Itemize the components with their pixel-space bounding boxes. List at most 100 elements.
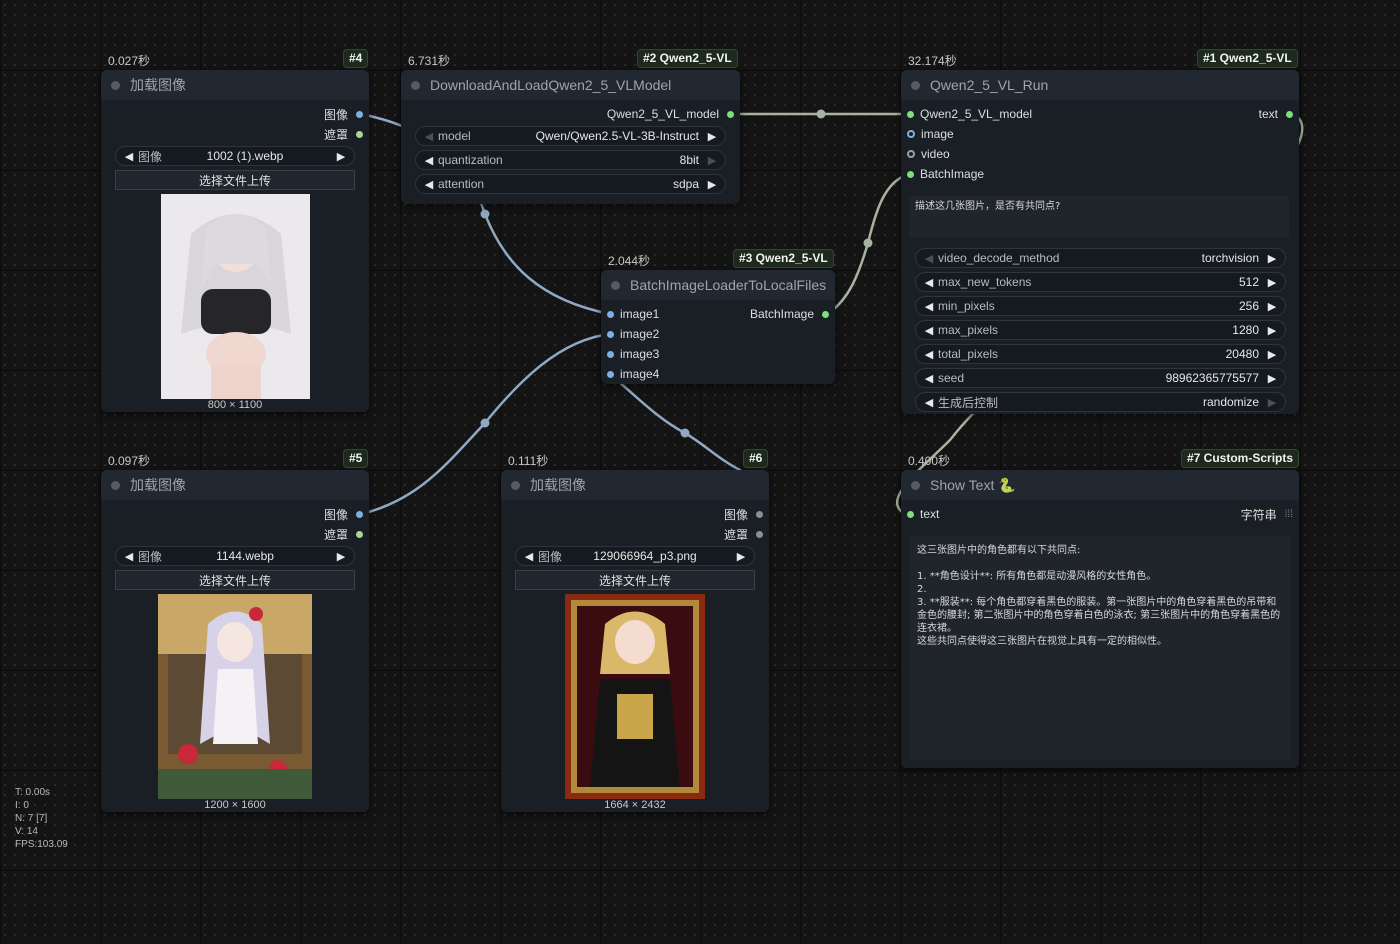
- node6-image-combo[interactable]: ◀ 图像 129066964_p3.png ▶: [515, 546, 755, 566]
- arrow-right-icon[interactable]: ▶: [334, 150, 348, 163]
- arrow-right-icon[interactable]: ▶: [705, 154, 719, 167]
- node1-input-model[interactable]: Qwen2_5_VL_model: [907, 106, 1032, 122]
- node1-input-video[interactable]: video: [907, 146, 950, 162]
- node2-header[interactable]: DownloadAndLoadQwen2_5_VLModel: [401, 70, 740, 100]
- node1-video-decode-combo[interactable]: ◀ video_decode_method torchvision ▶: [915, 248, 1286, 268]
- arrow-left-icon[interactable]: ◀: [422, 154, 436, 167]
- node2-attention-combo[interactable]: ◀ attention sdpa ▶: [415, 174, 726, 194]
- node1-control-after-generate[interactable]: ◀ 生成后控制 randomize ▶: [915, 392, 1286, 412]
- node6-header[interactable]: 加载图像: [501, 470, 769, 500]
- node5-output-image[interactable]: 图像: [324, 506, 363, 522]
- arrow-right-icon[interactable]: ▶: [1265, 276, 1279, 289]
- arrow-left-icon[interactable]: ◀: [922, 372, 936, 385]
- collapse-dot-icon[interactable]: [611, 280, 620, 290]
- node4-output-mask[interactable]: 遮罩: [324, 126, 363, 142]
- node5-header[interactable]: 加载图像: [101, 470, 369, 500]
- image-pin-icon[interactable]: [607, 350, 614, 358]
- arrow-right-icon[interactable]: ▶: [705, 130, 719, 143]
- node7-output-textarea[interactable]: 这三张图片中的角色都有以下共同点: 1. **角色设计**: 所有角色都是动漫风…: [909, 536, 1291, 760]
- image-pin-icon[interactable]: [607, 370, 614, 378]
- node-qwen-run[interactable]: Qwen2_5_VL_Run Qwen2_5_VL_model image vi…: [901, 70, 1299, 414]
- node3-input-image3[interactable]: image3: [607, 346, 659, 362]
- node1-input-batch[interactable]: BatchImage: [907, 166, 984, 182]
- node1-header[interactable]: Qwen2_5_VL_Run: [901, 70, 1299, 100]
- image-pin-icon[interactable]: [356, 110, 363, 118]
- node1-min-pixels[interactable]: ◀ min_pixels 256 ▶: [915, 296, 1286, 316]
- collapse-dot-icon[interactable]: [511, 480, 520, 490]
- node3-input-image2[interactable]: image2: [607, 326, 659, 342]
- node4-image-combo[interactable]: ◀ 图像 1002 (1).webp ▶: [115, 146, 355, 166]
- arrow-left-icon[interactable]: ◀: [922, 252, 936, 265]
- node1-input-image[interactable]: image: [907, 126, 954, 142]
- image-pin-icon[interactable]: [356, 510, 363, 518]
- arrow-right-icon[interactable]: ▶: [334, 550, 348, 563]
- node7-input-text[interactable]: text: [907, 506, 939, 522]
- collapse-dot-icon[interactable]: [111, 80, 120, 90]
- node3-header[interactable]: BatchImageLoaderToLocalFiles: [601, 270, 835, 300]
- node1-total-pixels[interactable]: ◀ total_pixels 20480 ▶: [915, 344, 1286, 364]
- node-load-image-6[interactable]: 加载图像 图像 遮罩 ◀ 图像 129066964_p3.png ▶ 选择文件上…: [501, 470, 769, 812]
- arrow-right-icon[interactable]: ▶: [1265, 396, 1279, 409]
- arrow-left-icon[interactable]: ◀: [922, 348, 936, 361]
- node6-output-mask[interactable]: 遮罩: [724, 526, 763, 542]
- node6-output-image[interactable]: 图像: [724, 506, 763, 522]
- arrow-right-icon[interactable]: ▶: [1265, 324, 1279, 337]
- arrow-right-icon[interactable]: ▶: [734, 550, 748, 563]
- node-load-image-4[interactable]: 加载图像 图像 遮罩 ◀ 图像 1002 (1).webp ▶ 选择文件上传 8…: [101, 70, 369, 412]
- node2-output-model[interactable]: Qwen2_5_VL_model: [607, 106, 734, 122]
- image-pin-icon[interactable]: [907, 130, 915, 138]
- node6-upload-button[interactable]: 选择文件上传: [515, 570, 755, 590]
- text-pin-icon[interactable]: [1286, 110, 1293, 118]
- image-pin-icon[interactable]: [607, 330, 614, 338]
- node3-output-batch[interactable]: BatchImage: [750, 306, 829, 322]
- node1-output-text[interactable]: text: [1259, 106, 1293, 122]
- arrow-left-icon[interactable]: ◀: [922, 276, 936, 289]
- node7-header[interactable]: Show Text 🐍: [901, 470, 1299, 500]
- grid-icon[interactable]: ⁞⁞⁞: [1285, 509, 1293, 520]
- node5-output-mask[interactable]: 遮罩: [324, 526, 363, 542]
- arrow-left-icon[interactable]: ◀: [422, 130, 436, 143]
- arrow-left-icon[interactable]: ◀: [922, 300, 936, 313]
- collapse-dot-icon[interactable]: [911, 480, 920, 490]
- collapse-dot-icon[interactable]: [411, 80, 420, 90]
- arrow-left-icon[interactable]: ◀: [122, 550, 136, 563]
- text-pin-icon[interactable]: [907, 510, 914, 518]
- video-pin-icon[interactable]: [907, 150, 915, 158]
- node4-output-image[interactable]: 图像: [324, 106, 363, 122]
- node7-output-string[interactable]: 字符串 ⁞⁞⁞: [1241, 506, 1293, 522]
- node-batch-image-loader[interactable]: BatchImageLoaderToLocalFiles image1 imag…: [601, 270, 835, 384]
- arrow-right-icon[interactable]: ▶: [1265, 300, 1279, 313]
- arrow-right-icon[interactable]: ▶: [1265, 252, 1279, 265]
- node-load-image-5[interactable]: 加载图像 图像 遮罩 ◀ 图像 1144.webp ▶ 选择文件上传 1200 …: [101, 470, 369, 812]
- image-pin-icon[interactable]: [756, 510, 763, 518]
- arrow-left-icon[interactable]: ◀: [422, 178, 436, 191]
- node1-seed[interactable]: ◀ seed 98962365775577 ▶: [915, 368, 1286, 388]
- node1-prompt-textarea[interactable]: 描述这几张图片，是否有共同点?: [909, 196, 1289, 238]
- arrow-right-icon[interactable]: ▶: [705, 178, 719, 191]
- collapse-dot-icon[interactable]: [111, 480, 120, 490]
- arrow-left-icon[interactable]: ◀: [922, 324, 936, 337]
- model-pin-icon[interactable]: [727, 110, 734, 118]
- node5-upload-button[interactable]: 选择文件上传: [115, 570, 355, 590]
- node2-quantization-combo[interactable]: ◀ quantization 8bit ▶: [415, 150, 726, 170]
- image-pin-icon[interactable]: [607, 310, 614, 318]
- arrow-right-icon[interactable]: ▶: [1265, 348, 1279, 361]
- node3-input-image1[interactable]: image1: [607, 306, 659, 322]
- arrow-left-icon[interactable]: ◀: [922, 396, 936, 409]
- node5-image-combo[interactable]: ◀ 图像 1144.webp ▶: [115, 546, 355, 566]
- mask-pin-icon[interactable]: [356, 530, 363, 538]
- mask-pin-icon[interactable]: [756, 530, 763, 538]
- node3-input-image4[interactable]: image4: [607, 366, 659, 382]
- node4-header[interactable]: 加载图像: [101, 70, 369, 100]
- batch-pin-icon[interactable]: [907, 170, 914, 178]
- arrow-right-icon[interactable]: ▶: [1265, 372, 1279, 385]
- node-download-load-qwen[interactable]: DownloadAndLoadQwen2_5_VLModel Qwen2_5_V…: [401, 70, 740, 204]
- batch-pin-icon[interactable]: [822, 310, 829, 318]
- arrow-left-icon[interactable]: ◀: [122, 150, 136, 163]
- node4-upload-button[interactable]: 选择文件上传: [115, 170, 355, 190]
- arrow-left-icon[interactable]: ◀: [522, 550, 536, 563]
- node2-model-combo[interactable]: ◀ model Qwen/Qwen2.5-VL-3B-Instruct ▶: [415, 126, 726, 146]
- node1-max-new-tokens[interactable]: ◀ max_new_tokens 512 ▶: [915, 272, 1286, 292]
- node-show-text[interactable]: Show Text 🐍 text 字符串 ⁞⁞⁞ 这三张图片中的角色都有以下共同点:…: [901, 470, 1299, 768]
- mask-pin-icon[interactable]: [356, 130, 363, 138]
